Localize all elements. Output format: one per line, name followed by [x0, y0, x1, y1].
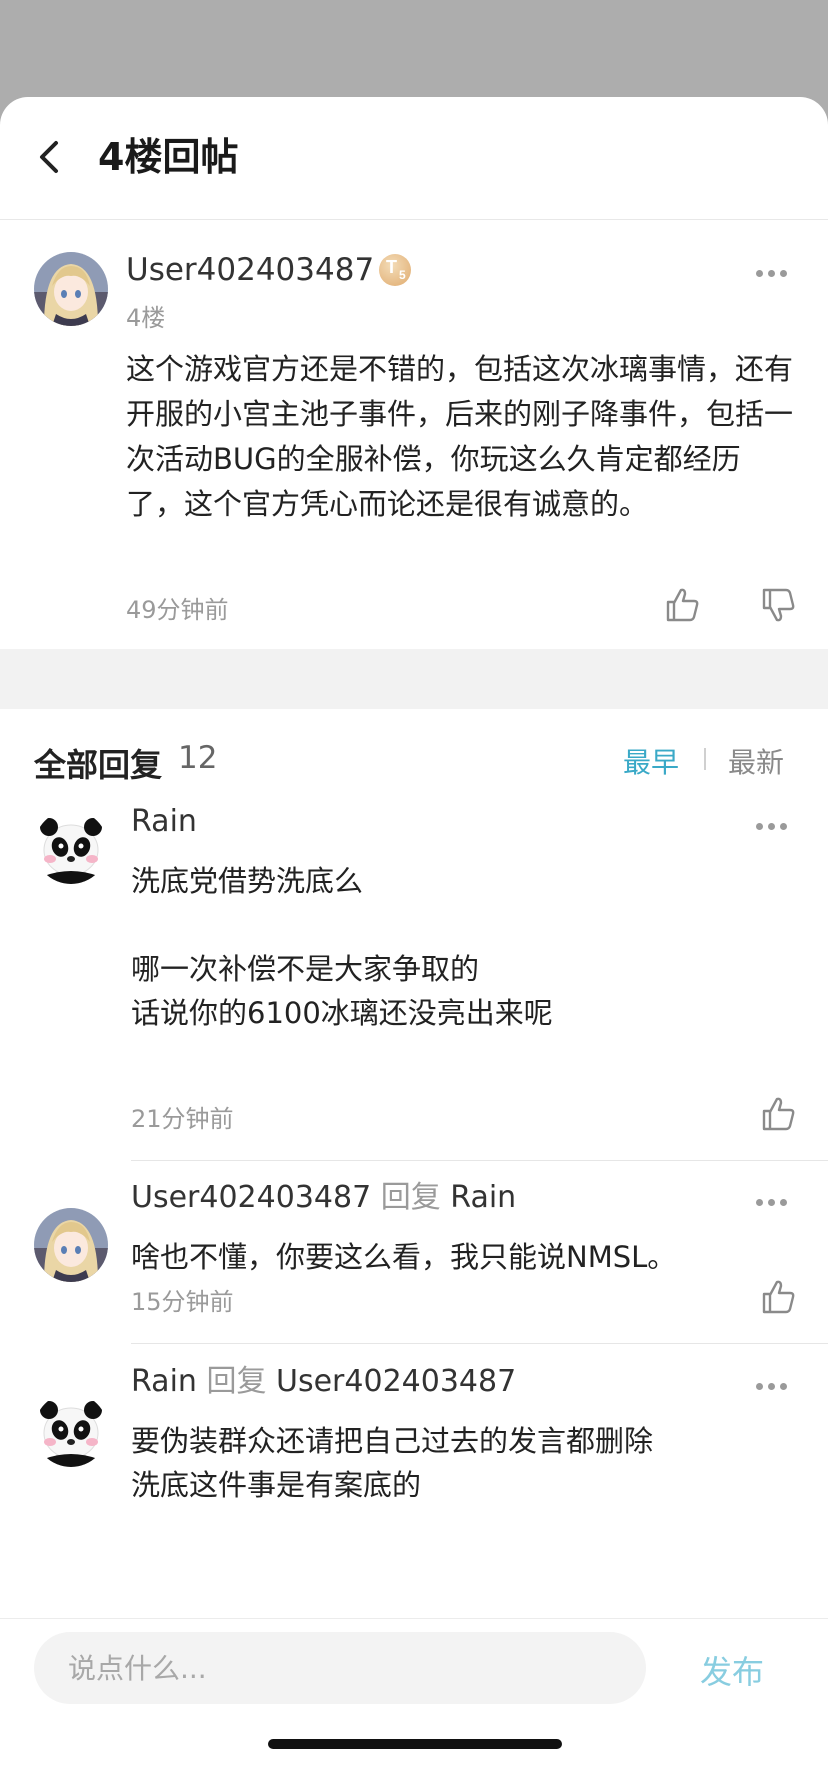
- level-badge-icon: T 5: [379, 254, 411, 286]
- all-replies-title: 全部回复: [34, 746, 163, 784]
- sort-earliest-tab[interactable]: 最早: [623, 741, 679, 781]
- more-icon[interactable]: [752, 263, 792, 283]
- reply-author-line: Rain 回复 User402403487: [131, 1364, 516, 1400]
- reply-detail-sheet: 4楼回帖 User402403487 T 5 4楼 这个游戏官方还是不错的，包括…: [0, 97, 828, 1792]
- all-replies-count: 12: [178, 740, 218, 776]
- reply-timestamp: 21分钟前: [131, 1105, 234, 1133]
- header: 4楼回帖: [0, 97, 828, 220]
- sort-latest-tab[interactable]: 最新: [728, 741, 784, 781]
- more-icon[interactable]: [752, 816, 792, 836]
- reply-to-word: 回复: [206, 1364, 267, 1399]
- op-author-name[interactable]: User402403487: [126, 251, 374, 289]
- section-divider: [0, 649, 828, 709]
- reply-avatar[interactable]: [34, 810, 108, 884]
- op-body-text: 这个游戏官方还是不错的，包括这次冰璃事情，还有开服的小宫主池子事件，后来的刚子降…: [126, 352, 794, 521]
- more-icon[interactable]: [752, 1192, 792, 1212]
- reply-avatar[interactable]: [34, 1393, 108, 1467]
- comment-composer: 发布: [0, 1618, 828, 1792]
- reply-timestamp: 15分钟前: [131, 1288, 234, 1316]
- op-floor-label: 4楼: [126, 304, 166, 332]
- op-avatar[interactable]: [34, 252, 108, 326]
- comment-input[interactable]: [34, 1632, 646, 1704]
- reply-body-text: 啥也不懂，你要这么看，我只能说NMSL。: [131, 1240, 677, 1274]
- thumbs-up-icon[interactable]: [758, 1277, 798, 1317]
- level-badge-letter: T: [386, 257, 397, 277]
- reply-author-line: User402403487 回复 Rain: [131, 1180, 516, 1216]
- reply-body-text: 要伪装群众还请把自己过去的发言都删除 洗底这件事是有案底的: [131, 1424, 654, 1502]
- reply-avatar[interactable]: [34, 1208, 108, 1282]
- reply-divider: [131, 1160, 828, 1161]
- thumbs-down-icon[interactable]: [758, 585, 798, 625]
- level-badge-number: 5: [399, 268, 406, 282]
- reply-author[interactable]: Rain: [131, 804, 197, 839]
- home-indicator[interactable]: [268, 1739, 562, 1749]
- op-timestamp: 49分钟前: [126, 596, 229, 624]
- more-icon[interactable]: [752, 1376, 792, 1396]
- reply-body-text: 洗底党借势洗底么 哪一次补偿不是大家争取的 话说你的6100冰璃还没亮出来呢: [131, 864, 553, 1030]
- thumbs-up-icon[interactable]: [662, 585, 702, 625]
- reply-to-word: 回复: [380, 1180, 441, 1215]
- sort-separator: [704, 748, 706, 770]
- reply-to-user[interactable]: Rain: [450, 1180, 516, 1215]
- page-title: 4楼回帖: [98, 135, 239, 179]
- reply-author-line: Rain: [131, 804, 197, 840]
- thumbs-up-icon[interactable]: [758, 1094, 798, 1134]
- reply-to-user[interactable]: User402403487: [276, 1364, 516, 1399]
- publish-button[interactable]: 发布: [700, 1647, 764, 1693]
- reply-author[interactable]: User402403487: [131, 1180, 371, 1215]
- back-arrow-icon[interactable]: [30, 135, 74, 179]
- reply-divider: [131, 1343, 828, 1344]
- reply-author[interactable]: Rain: [131, 1364, 197, 1399]
